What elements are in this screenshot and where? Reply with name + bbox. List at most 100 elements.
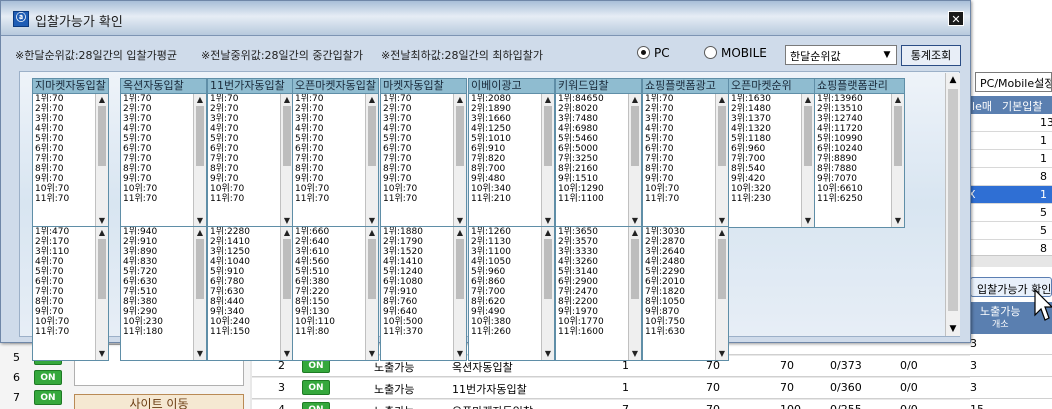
listbox-scrollbar[interactable]: ▲ ▼ bbox=[193, 227, 206, 360]
pc-mobile-setting-select[interactable]: PC/Mobile설정 bbox=[975, 72, 1052, 92]
rank-listbox[interactable]: 1위:2080 2위:1890 3위:1660 4위:1250 5위:1010 … bbox=[468, 93, 555, 228]
scroll-down-icon[interactable]: ▼ bbox=[892, 215, 904, 227]
stat-query-button[interactable]: 통계조회 bbox=[901, 45, 961, 66]
scroll-thumb[interactable] bbox=[948, 89, 958, 311]
panel-vertical-scrollbar[interactable]: ▲ ▼ bbox=[945, 73, 960, 336]
scroll-thumb[interactable] bbox=[894, 106, 902, 166]
right-grid-row[interactable]: 1 bbox=[962, 132, 1052, 150]
right-grid-row[interactable]: 1 bbox=[962, 150, 1052, 168]
scroll-up-icon[interactable]: ▲ bbox=[892, 94, 904, 106]
scroll-down-icon[interactable]: ▼ bbox=[802, 215, 814, 227]
radio-mobile-dot[interactable] bbox=[704, 46, 717, 59]
scroll-up-icon[interactable]: ▲ bbox=[716, 94, 728, 106]
scroll-down-icon[interactable]: ▼ bbox=[542, 348, 554, 360]
close-icon[interactable]: ✕ bbox=[948, 11, 964, 26]
right-grid-hscroll[interactable] bbox=[962, 255, 1052, 267]
scroll-thumb[interactable] bbox=[544, 239, 552, 299]
scroll-thumb[interactable] bbox=[718, 106, 726, 166]
scroll-down-icon[interactable]: ▼ bbox=[96, 348, 108, 360]
scroll-up-icon[interactable]: ▲ bbox=[366, 94, 378, 106]
rank-listbox[interactable]: 1위:70 2위:70 3위:70 4위:70 5위:70 6위:70 7위:7… bbox=[32, 93, 109, 228]
scroll-thumb[interactable] bbox=[368, 239, 376, 299]
scroll-up-icon[interactable]: ▲ bbox=[454, 227, 466, 239]
scroll-up-icon[interactable]: ▲ bbox=[629, 94, 641, 106]
radio-pc-dot[interactable] bbox=[637, 46, 650, 59]
scroll-thumb[interactable] bbox=[631, 239, 639, 299]
scroll-up-icon[interactable]: ▲ bbox=[96, 227, 108, 239]
scroll-up-icon[interactable]: ▲ bbox=[542, 94, 554, 106]
scroll-thumb[interactable] bbox=[804, 106, 812, 166]
rank-listbox[interactable]: 1위:70 2위:70 3위:70 4위:70 5위:70 6위:70 7위:7… bbox=[120, 93, 207, 228]
scroll-down-icon[interactable]: ▼ bbox=[946, 322, 960, 336]
rank-listbox[interactable]: 1위:2280 2위:1410 3위:1250 4위:1040 5위:910 6… bbox=[207, 226, 294, 361]
listbox-scrollbar[interactable]: ▲ ▼ bbox=[628, 227, 641, 360]
scroll-up-icon[interactable]: ▲ bbox=[194, 227, 206, 239]
scroll-up-icon[interactable]: ▲ bbox=[802, 94, 814, 106]
radio-mobile[interactable]: MOBILE bbox=[704, 46, 767, 60]
scroll-thumb[interactable] bbox=[98, 239, 106, 299]
scroll-thumb[interactable] bbox=[718, 239, 726, 299]
dialog-titlebar[interactable]: ⓐ 입찰가능가 확인 ✕ bbox=[1, 1, 970, 36]
listbox-scrollbar[interactable]: ▲ ▼ bbox=[453, 94, 466, 227]
scroll-up-icon[interactable]: ▲ bbox=[946, 73, 960, 87]
listbox-scrollbar[interactable]: ▲ ▼ bbox=[891, 94, 904, 227]
scroll-up-icon[interactable]: ▲ bbox=[542, 227, 554, 239]
scroll-thumb[interactable] bbox=[456, 239, 464, 299]
scroll-thumb[interactable] bbox=[456, 106, 464, 166]
right-grid-row[interactable]: 5 bbox=[962, 222, 1052, 240]
status-on-toggle[interactable]: ON bbox=[302, 402, 330, 409]
listbox-scrollbar[interactable]: ▲ ▼ bbox=[541, 227, 554, 360]
scroll-up-icon[interactable]: ▲ bbox=[366, 227, 378, 239]
scroll-thumb[interactable] bbox=[368, 106, 376, 166]
rank-listbox[interactable]: 1위:1260 2위:1130 3위:1100 4위:1050 5위:960 6… bbox=[468, 226, 555, 361]
listbox-scrollbar[interactable]: ▲ ▼ bbox=[715, 227, 728, 360]
rank-listbox[interactable]: 1위:13960 2위:13510 3위:12740 4위:11720 5위:1… bbox=[814, 93, 905, 228]
rank-listbox[interactable]: 1위:940 2위:910 3위:890 4위:830 5위:720 6위:63… bbox=[120, 226, 207, 361]
scroll-thumb[interactable] bbox=[283, 239, 291, 299]
rank-listbox[interactable]: 1위:1880 2위:1790 3위:1520 4위:1410 5위:1240 … bbox=[380, 226, 467, 361]
radio-pc[interactable]: PC bbox=[637, 46, 670, 60]
listbox-scrollbar[interactable]: ▲ ▼ bbox=[365, 94, 378, 227]
right-grid-row[interactable]: X1 bbox=[962, 186, 1052, 204]
scroll-up-icon[interactable]: ▲ bbox=[96, 94, 108, 106]
scroll-thumb[interactable] bbox=[283, 106, 291, 166]
rank-listbox[interactable]: 1위:70 2위:70 3위:70 4위:70 5위:70 6위:70 7위:7… bbox=[292, 93, 379, 228]
listbox-scrollbar[interactable]: ▲ ▼ bbox=[801, 94, 814, 227]
right-grid-row[interactable]: 13 bbox=[962, 114, 1052, 132]
rank-listbox[interactable]: 1위:470 2위:170 3위:110 4위:70 5위:70 6위:70 7… bbox=[32, 226, 109, 361]
status-on-toggle[interactable]: ON bbox=[34, 370, 62, 385]
scroll-up-icon[interactable]: ▲ bbox=[716, 227, 728, 239]
status-on-toggle[interactable]: ON bbox=[34, 390, 62, 405]
listbox-scrollbar[interactable]: ▲ ▼ bbox=[365, 227, 378, 360]
scroll-thumb[interactable] bbox=[631, 106, 639, 166]
scroll-up-icon[interactable]: ▲ bbox=[194, 94, 206, 106]
rank-listbox[interactable]: 1위:70 2위:70 3위:70 4위:70 5위:70 6위:70 7위:7… bbox=[207, 93, 294, 228]
scroll-up-icon[interactable]: ▲ bbox=[454, 94, 466, 106]
site-move-button[interactable]: 사이트 이동 bbox=[74, 394, 244, 409]
stat-type-select[interactable]: 한달순위값 ▼ bbox=[785, 45, 897, 65]
scroll-down-icon[interactable]: ▼ bbox=[716, 348, 728, 360]
listbox-scrollbar[interactable]: ▲ ▼ bbox=[715, 94, 728, 227]
status-on-toggle[interactable]: ON bbox=[302, 380, 330, 395]
listbox-scrollbar[interactable]: ▲ ▼ bbox=[453, 227, 466, 360]
rank-listbox[interactable]: 1위:3650 2위:3570 3위:3330 4위:3260 5위:3140 … bbox=[555, 226, 642, 361]
chevron-down-icon[interactable]: ▼ bbox=[880, 47, 894, 63]
scroll-thumb[interactable] bbox=[196, 239, 204, 299]
rank-listbox[interactable]: 1위:660 2위:640 3위:610 4위:560 5위:510 6위:38… bbox=[292, 226, 379, 361]
listbox-scrollbar[interactable]: ▲ ▼ bbox=[541, 94, 554, 227]
scroll-down-icon[interactable]: ▼ bbox=[366, 348, 378, 360]
scroll-thumb[interactable] bbox=[98, 106, 106, 166]
rank-listbox[interactable]: 1위:84650 2위:8020 3위:7480 4위:6980 5위:5460… bbox=[555, 93, 642, 228]
scroll-up-icon[interactable]: ▲ bbox=[629, 227, 641, 239]
listbox-scrollbar[interactable]: ▲ ▼ bbox=[193, 94, 206, 227]
listbox-scrollbar[interactable]: ▲ ▼ bbox=[95, 94, 108, 227]
scroll-down-icon[interactable]: ▼ bbox=[454, 348, 466, 360]
listbox-scrollbar[interactable]: ▲ ▼ bbox=[628, 94, 641, 227]
scroll-down-icon[interactable]: ▼ bbox=[629, 348, 641, 360]
right-grid-row[interactable]: 5 bbox=[962, 204, 1052, 222]
rank-listbox[interactable]: 1위:1630 2위:1480 3위:1370 4위:1320 5위:1180 … bbox=[728, 93, 815, 228]
scroll-thumb[interactable] bbox=[196, 106, 204, 166]
table-row[interactable]: 3 ON 노출가능 11번가자동입찰 1 70 70 0/360 0/0 3 bbox=[252, 378, 1052, 399]
rank-listbox[interactable]: 1위:70 2위:70 3위:70 4위:70 5위:70 6위:70 7위:7… bbox=[642, 93, 729, 228]
rank-listbox[interactable]: 1위:3030 2위:2870 3위:2640 4위:2480 5위:2290 … bbox=[642, 226, 729, 361]
